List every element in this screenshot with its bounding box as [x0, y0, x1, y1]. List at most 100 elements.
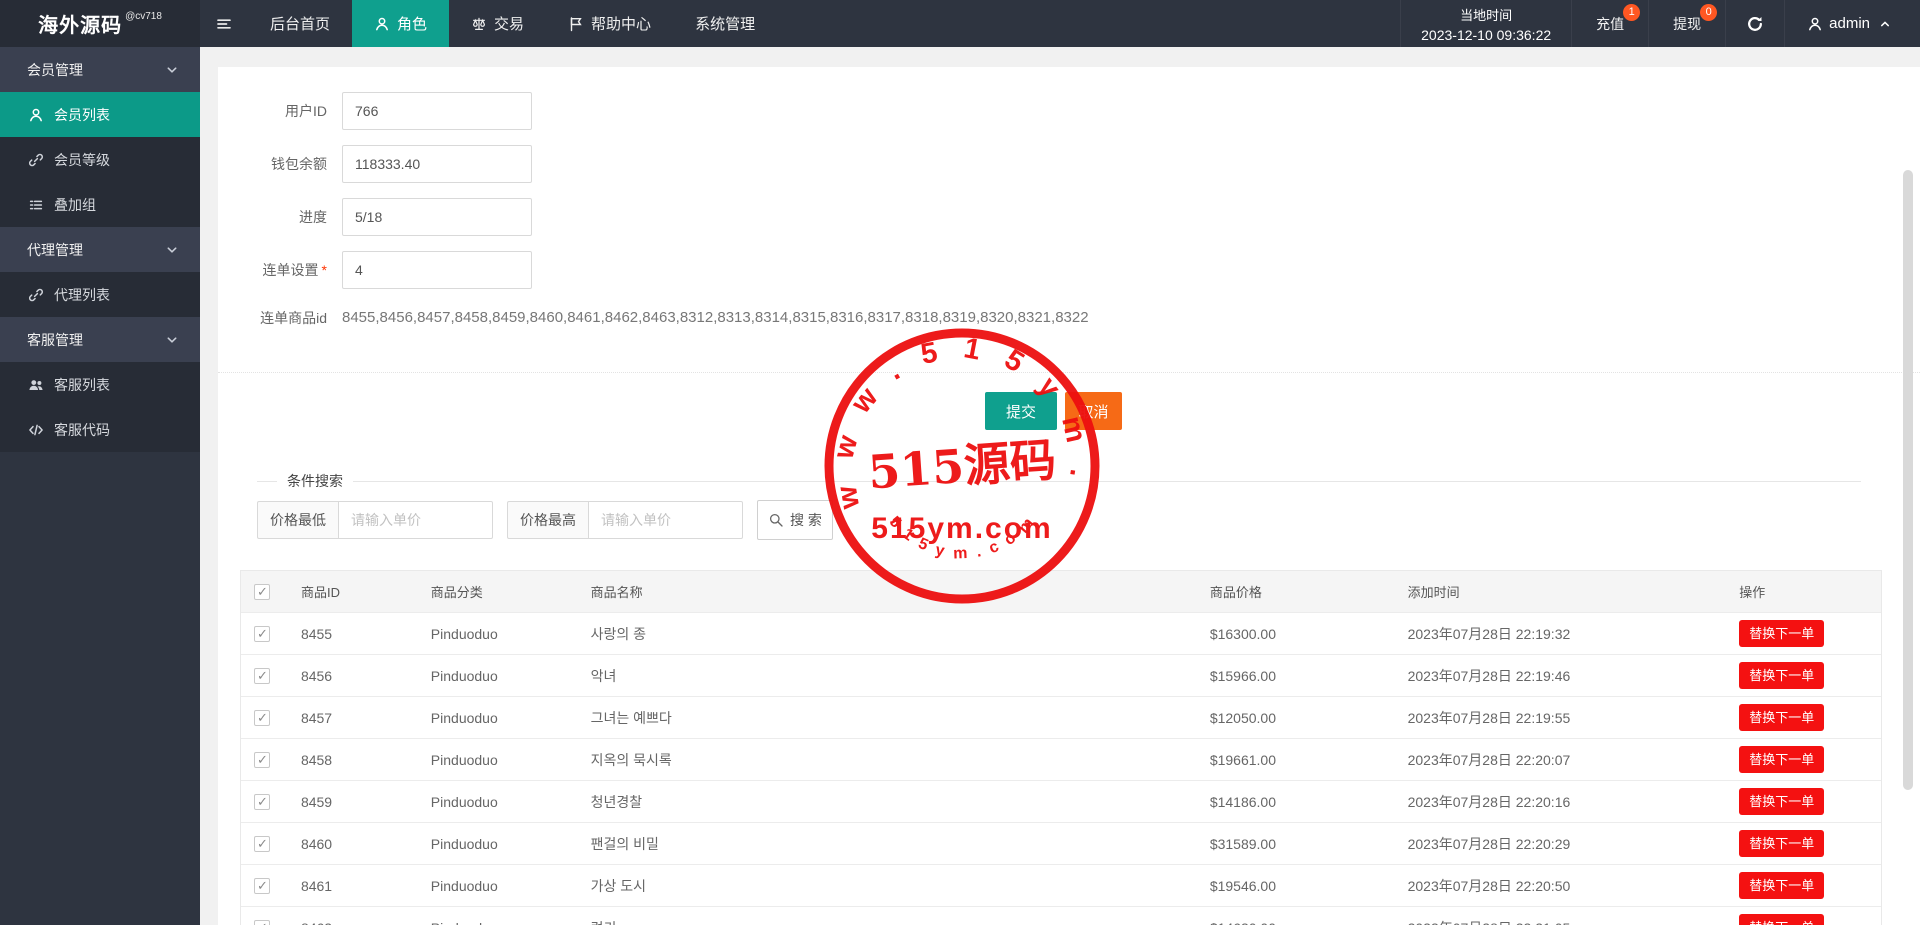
replace-next-order-button[interactable]: 替换下一单	[1739, 788, 1825, 815]
min-price-label: 价格最低	[257, 501, 338, 539]
replace-next-order-button[interactable]: 替换下一单	[1739, 914, 1825, 925]
link-icon	[28, 287, 44, 303]
search-button[interactable]: 搜 索	[757, 500, 833, 540]
sidebar: 会员管理 会员列表 会员等级 叠加组 代理管理 代理列表 客服管理 客服列表 客…	[0, 47, 200, 925]
nav-item-trade[interactable]: 交易	[449, 0, 546, 47]
sidebar-group-label: 会员管理	[27, 61, 83, 78]
wallet-balance-field[interactable]	[342, 145, 532, 183]
cell-product-id: 8456	[300, 667, 333, 684]
cell-name: 그녀는 예쁘다	[590, 709, 672, 726]
sidebar-item-member-list[interactable]: 会员列表	[0, 92, 200, 137]
form-row-chain-setting: 连单设置 *	[218, 251, 1920, 289]
cell-price: $14630.00	[1194, 920, 1392, 925]
table-row: 8460 Pinduoduo 팬걸의 비밀 $31589.00 2023年07月…	[241, 823, 1881, 865]
nav-item-system[interactable]: 系统管理	[673, 0, 777, 47]
user-id-field[interactable]	[342, 92, 532, 130]
sidebar-group-support[interactable]: 客服管理	[0, 317, 200, 362]
nav-item-help-center[interactable]: 帮助中心	[546, 0, 673, 47]
chevron-down-icon	[164, 332, 180, 348]
cell-name: 럭키	[575, 918, 1194, 925]
sidebar-item-support-list[interactable]: 客服列表	[0, 362, 200, 407]
refresh-button[interactable]	[1725, 0, 1784, 47]
select-all-checkbox[interactable]	[254, 583, 270, 600]
nav-item-label: 角色	[397, 16, 428, 33]
replace-next-order-button[interactable]: 替换下一单	[1739, 704, 1825, 731]
scrollbar-thumb[interactable]	[1903, 170, 1913, 790]
sidebar-item-member-level[interactable]: 会员等级	[0, 137, 200, 182]
row-checkbox[interactable]	[254, 626, 270, 643]
nav-item-dashboard[interactable]: 后台首页	[248, 0, 352, 47]
replace-next-order-button[interactable]: 替换下一单	[1739, 662, 1825, 689]
cell-category: Pinduoduo	[430, 877, 498, 894]
row-checkbox[interactable]	[254, 752, 270, 769]
chain-setting-field[interactable]	[342, 251, 532, 289]
cell-added-time: 2023年07月28日 22:21:05	[1392, 918, 1724, 925]
table-row: 8459 Pinduoduo 청년경찰 $14186.00 2023年07月28…	[241, 781, 1881, 823]
search-row: 价格最低 价格最高 搜 索	[257, 500, 1861, 540]
row-checkbox[interactable]	[254, 794, 270, 811]
min-price-group: 价格最低	[257, 501, 493, 539]
max-price-input[interactable]	[588, 501, 743, 539]
row-checkbox[interactable]	[254, 668, 270, 685]
recharge-button[interactable]: 充值 1	[1571, 0, 1648, 47]
sidebar-item-label: 代理列表	[54, 286, 110, 303]
sidebar-item-support-code[interactable]: 客服代码	[0, 407, 200, 452]
cell-price: $19546.00	[1209, 877, 1277, 894]
navbar-right: 当地时间 2023-12-10 09:36:22 充值 1 提现 0 admin	[1400, 0, 1920, 47]
field-label: 钱包余额	[271, 156, 327, 172]
sidebar-toggle-button[interactable]	[200, 0, 248, 47]
nav-item-label: 帮助中心	[591, 16, 652, 33]
refresh-icon	[1746, 15, 1764, 33]
list-icon	[28, 197, 44, 213]
field-label-text: 连单设置	[262, 262, 319, 278]
row-checkbox[interactable]	[254, 710, 270, 727]
local-time-value: 2023-12-10 09:36:22	[1421, 26, 1552, 43]
recharge-label: 充值	[1596, 15, 1625, 32]
cell-product-id: 8458	[300, 751, 333, 768]
replace-next-order-button[interactable]: 替换下一单	[1739, 746, 1825, 773]
admin-menu[interactable]: admin	[1784, 0, 1920, 47]
table-row: 8457 Pinduoduo 그녀는 예쁘다 $12050.00 2023年07…	[241, 697, 1881, 739]
search-button-label: 搜 索	[790, 512, 822, 528]
col-header-added-time: 添加时间	[1407, 585, 1460, 600]
row-checkbox[interactable]	[254, 920, 270, 925]
sidebar-group-members[interactable]: 会员管理	[0, 47, 200, 92]
sidebar-group-agents[interactable]: 代理管理	[0, 227, 200, 272]
cell-name: 악녀	[590, 667, 617, 684]
cell-added-time: 2023年07月28日 22:20:16	[1407, 793, 1571, 810]
replace-next-order-button[interactable]: 替换下一单	[1739, 830, 1825, 857]
chain-product-ids-value: 8455,8456,8457,8458,8459,8460,8461,8462,…	[342, 309, 1089, 326]
cell-name: 청년경찰	[590, 793, 643, 810]
cell-category: Pinduoduo	[430, 625, 498, 642]
row-checkbox[interactable]	[254, 878, 270, 895]
cell-price: $16300.00	[1209, 625, 1277, 642]
cell-product-id: 8459	[300, 793, 333, 810]
table-row: 8458 Pinduoduo 지옥의 묵시록 $19661.00 2023年07…	[241, 739, 1881, 781]
cell-name: 지옥의 묵시록	[590, 751, 672, 768]
withdraw-button[interactable]: 提现 0	[1648, 0, 1725, 47]
sidebar-item-agent-list[interactable]: 代理列表	[0, 272, 200, 317]
sidebar-item-stack-group[interactable]: 叠加组	[0, 182, 200, 227]
cell-category: Pinduoduo	[430, 835, 498, 852]
app-logo-text: 海外源码	[38, 15, 123, 37]
cell-category: Pinduoduo	[430, 709, 498, 726]
cell-price: $31589.00	[1209, 835, 1277, 852]
cancel-button[interactable]: 取消	[1065, 392, 1122, 430]
sidebar-group-label: 代理管理	[27, 241, 83, 258]
cell-price: $12050.00	[1209, 709, 1277, 726]
progress-field[interactable]	[342, 198, 532, 236]
nav-item-roles[interactable]: 角色	[352, 0, 450, 47]
field-label: 用户ID	[285, 103, 327, 119]
hamburger-icon	[216, 16, 232, 32]
min-price-input[interactable]	[338, 501, 493, 539]
content-panel: 用户ID 钱包余额 进度 连单设置* 连单商品id 8455,8456,8457…	[218, 67, 1920, 925]
row-checkbox[interactable]	[254, 836, 270, 853]
chevron-down-icon	[164, 62, 180, 78]
max-price-group: 价格最高	[507, 501, 743, 539]
cell-price: $19661.00	[1209, 751, 1277, 768]
replace-next-order-button[interactable]: 替换下一单	[1739, 872, 1825, 899]
replace-next-order-button[interactable]: 替换下一单	[1739, 620, 1825, 647]
cell-price: $15966.00	[1209, 667, 1277, 684]
user-icon	[374, 16, 390, 32]
submit-button[interactable]: 提交	[985, 392, 1057, 430]
